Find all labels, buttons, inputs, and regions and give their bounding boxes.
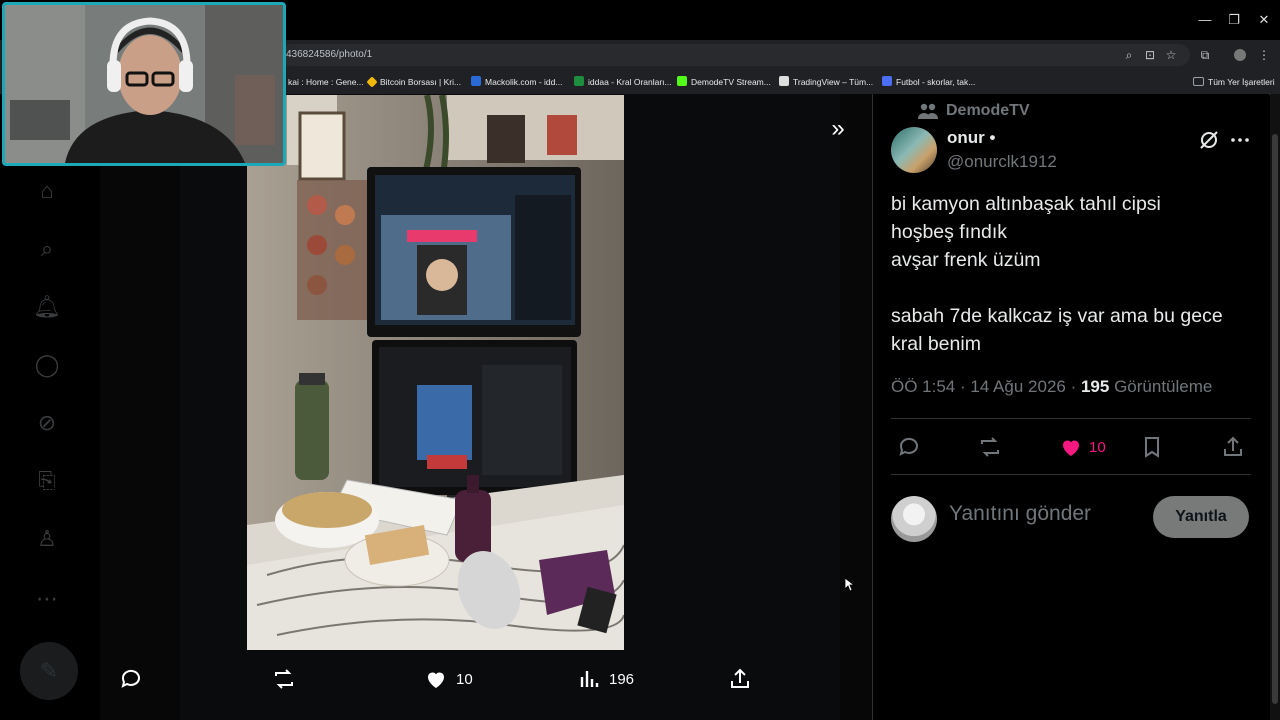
- binance-icon: [366, 76, 378, 88]
- reply-button[interactable]: [897, 434, 921, 460]
- tweet-timestamp[interactable]: ÖÖ 1:54 · 14 Ağu 2026 ·: [891, 377, 1081, 396]
- reply-icon: [899, 437, 918, 456]
- photo-views-button[interactable]: 196: [577, 664, 634, 694]
- author-avatar[interactable]: [891, 127, 937, 173]
- bookmark-button[interactable]: [1140, 434, 1164, 460]
- more-icon[interactable]: ⋯: [32, 584, 62, 614]
- reply-input[interactable]: Yanıtını gönder: [949, 502, 1091, 526]
- heart-icon: [428, 672, 444, 688]
- extensions-icon[interactable]: ⧉: [1197, 47, 1213, 63]
- community-name: DemodeTV: [946, 102, 1030, 119]
- all-bookmarks[interactable]: Tüm Yer İşaretleri: [1193, 70, 1275, 94]
- bookmark-item[interactable]: Bitcoin Borsası | Kri...: [366, 70, 461, 94]
- home-icon[interactable]: ⌂: [32, 176, 62, 206]
- divider: [891, 474, 1251, 475]
- bookmark-item[interactable]: TradingView – Tüm...: [779, 70, 873, 94]
- current-user-avatar[interactable]: [891, 496, 937, 542]
- bookmark-item[interactable]: Mackolik.com - idd...: [471, 70, 562, 94]
- webcam-feed: [5, 5, 283, 163]
- tweet-detail-panel: [872, 94, 1269, 720]
- bookmark-icon: [1145, 437, 1159, 458]
- mackolik-icon: [471, 76, 481, 86]
- tweet-line: sabah 7de kalkcaz iş var ama bu gece: [891, 305, 1223, 327]
- like-button[interactable]: 10: [1059, 434, 1106, 460]
- desk-setup-photo: [247, 95, 624, 650]
- repost-button[interactable]: [978, 434, 1002, 460]
- share-icon: [731, 668, 749, 688]
- compose-button[interactable]: ✎: [20, 642, 78, 700]
- tweet-line: bi kamyon altınbaşak tahıl cipsi: [891, 193, 1161, 215]
- iddaa-icon: [574, 76, 584, 86]
- url-field[interactable]: [280, 44, 1190, 66]
- repost-icon: [275, 669, 293, 689]
- author-handle[interactable]: @onurclk1912: [947, 152, 1057, 172]
- bookmark-item[interactable]: iddaa - Kral Oranları...: [574, 70, 672, 94]
- notifications-icon[interactable]: 🔔︎: [32, 292, 62, 322]
- folder-icon: [1193, 77, 1204, 86]
- profile-icon[interactable]: ♙: [32, 524, 62, 554]
- url-text[interactable]: 436824586/photo/1: [286, 40, 372, 70]
- like-count: 10: [1089, 438, 1106, 456]
- bookmark-star-icon[interactable]: ☆: [1163, 47, 1179, 63]
- compose-icon: ✎: [39, 658, 59, 683]
- webcam-overlay: [2, 2, 286, 166]
- author-display-name[interactable]: onur •: [947, 128, 995, 148]
- bookmark-item[interactable]: Futbol - skorlar, tak...: [882, 70, 975, 94]
- bookmark-item[interactable]: DemodeTV Stream...: [677, 70, 771, 94]
- photo-share-button[interactable]: [728, 664, 752, 694]
- divider: [891, 418, 1251, 419]
- futbol-icon: [882, 76, 892, 86]
- tweet-views-label: Görüntüleme: [1114, 377, 1213, 396]
- left-navigation: ⌂ ⌕ 🔔︎ ◯ ⊘ ⎘ ♙ ⋯ ✎: [0, 94, 100, 720]
- tweet-meta: ÖÖ 1:54 · 14 Ağu 2026 · 195 Görüntüleme: [891, 377, 1212, 397]
- tweet-photo[interactable]: [247, 95, 624, 650]
- reply-icon: [121, 669, 140, 688]
- search-icon[interactable]: ⌕: [32, 234, 62, 264]
- reply-submit-button[interactable]: Yanıtla: [1153, 496, 1249, 538]
- tweet-line: hoşbeş fındık: [891, 221, 1007, 243]
- tweet-text: bi kamyon altınbaşak tahıl cipsi hoşbeş …: [891, 190, 1251, 358]
- grok-explain-icon[interactable]: [1197, 128, 1221, 152]
- mouse-cursor-icon: [845, 578, 855, 592]
- bookmarks-icon[interactable]: ⎘: [32, 466, 62, 496]
- restore-icon[interactable]: ❐: [1225, 12, 1243, 28]
- share-icon: [1224, 436, 1242, 456]
- share-button[interactable]: [1221, 434, 1245, 460]
- community-label[interactable]: DemodeTV: [918, 102, 1030, 120]
- bookmark-item[interactable]: kai : Home : Gene...: [288, 70, 364, 94]
- tweet-line: kral benim: [891, 333, 981, 355]
- minimize-icon[interactable]: —: [1196, 12, 1214, 28]
- close-icon[interactable]: ✕: [1255, 12, 1273, 28]
- browser-menu-icon[interactable]: ⋮: [1256, 47, 1272, 63]
- views-chart-icon: [580, 671, 599, 687]
- tradingview-icon: [779, 76, 789, 86]
- community-icon: [918, 103, 938, 119]
- photo-like-button[interactable]: 10: [424, 664, 473, 694]
- scrollbar-thumb[interactable]: [1272, 134, 1278, 704]
- photo-repost-button[interactable]: [272, 664, 296, 694]
- more-options-icon[interactable]: [1228, 128, 1252, 152]
- messages-icon[interactable]: ◯: [32, 350, 62, 380]
- tweet-line: [891, 274, 1251, 302]
- kick-icon: [677, 76, 687, 86]
- scrollbar[interactable]: [1270, 94, 1280, 720]
- tweet-view-count: 195: [1080, 377, 1110, 396]
- zoom-icon[interactable]: ⌕: [1121, 47, 1137, 63]
- grok-icon[interactable]: ⊘: [32, 408, 62, 438]
- install-app-icon[interactable]: ⊡: [1142, 47, 1158, 63]
- photo-view-count: 196: [609, 670, 635, 688]
- photo-like-count: 10: [456, 670, 473, 688]
- tweet-line: avşar frenk üzüm: [891, 249, 1041, 271]
- collapse-panel-icon[interactable]: »: [823, 114, 853, 144]
- profile-avatar-icon[interactable]: [1232, 47, 1248, 63]
- repost-icon: [981, 437, 999, 457]
- photo-reply-button[interactable]: [119, 664, 143, 694]
- heart-filled-icon: [1063, 440, 1079, 456]
